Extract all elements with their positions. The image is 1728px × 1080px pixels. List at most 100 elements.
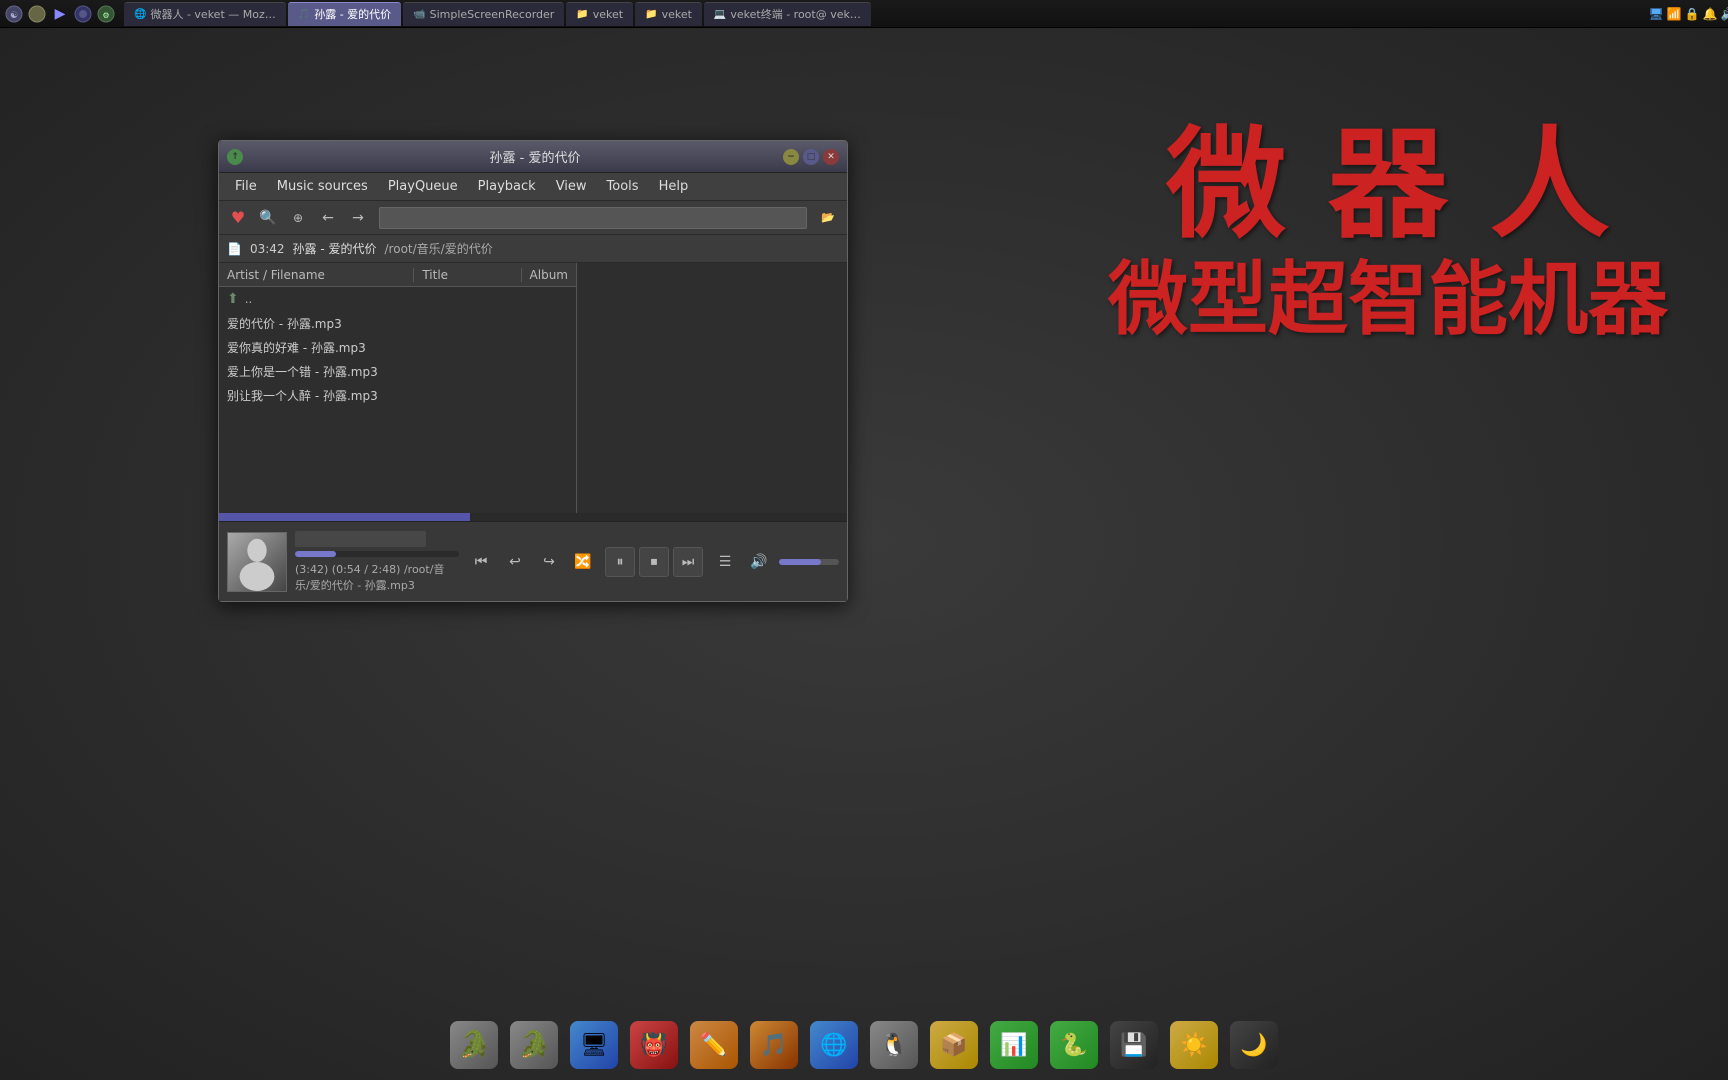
- loop-fwd-btn[interactable]: ↪: [535, 548, 563, 576]
- loop-back-btn[interactable]: ↩: [501, 548, 529, 576]
- status-bar-top: 📄 03:42 孙露 - 爱的代价 /root/音乐/爱的代价: [219, 235, 847, 263]
- dock-icon-5: 🎵: [750, 1021, 798, 1069]
- menu-tools[interactable]: Tools: [599, 176, 647, 197]
- dock-item-8[interactable]: 📦: [926, 1017, 982, 1073]
- dock-item-0[interactable]: 🐊: [446, 1017, 502, 1073]
- track-title: [295, 531, 426, 547]
- player-info: (3:42) (0:54 / 2:48) /root/音乐/爱的代价 - 孙露.…: [295, 531, 459, 593]
- list-item-0[interactable]: 爱的代价 - 孙露.mp3: [219, 311, 576, 335]
- svg-text:☯: ☯: [10, 11, 18, 21]
- watermark: 微 器 人 微型超智能机器: [1108, 120, 1668, 348]
- track-progress-bar[interactable]: [295, 551, 459, 557]
- file-list-header: Artist / Filename Title Album: [219, 263, 576, 287]
- col-artist-header[interactable]: Artist / Filename: [219, 268, 414, 282]
- menu-file[interactable]: File: [227, 176, 265, 197]
- menu-view[interactable]: View: [548, 176, 595, 197]
- list-item-1[interactable]: 爱你真的好难 - 孙露.mp3: [219, 335, 576, 359]
- tab-mozwebkit[interactable]: 🌐 微器人 - veket — Moz…: [124, 2, 286, 26]
- dock-icon-8: 📦: [930, 1021, 978, 1069]
- seek-bar[interactable]: [219, 513, 847, 521]
- sys-icon-5[interactable]: ⚙: [96, 4, 116, 24]
- tab-folder2[interactable]: 📁 veket: [635, 2, 702, 26]
- queue-btn[interactable]: ☰: [711, 548, 739, 576]
- sys-icon-1[interactable]: ☯: [4, 4, 24, 24]
- toolbar: ♥ 🔍 ⊕ ← → 📂: [219, 201, 847, 235]
- sys-icon-4[interactable]: [73, 4, 93, 24]
- search-input[interactable]: [379, 207, 807, 229]
- tab-screenrecorder[interactable]: 📹 SimpleScreenRecorder: [403, 2, 564, 26]
- dock-item-4[interactable]: ✏️: [686, 1017, 742, 1073]
- list-item-parent[interactable]: ⬆ ..: [219, 287, 576, 311]
- now-playing-path: /root/音乐/爱的代价: [385, 240, 493, 257]
- system-icons: ☯ ▶ ⚙: [0, 4, 120, 24]
- play-pause-btn-left[interactable]: ⏸: [605, 547, 635, 577]
- player-window: ↑ 孙露 - 爱的代价 − □ ✕ File Music sources Pla…: [218, 140, 848, 602]
- volume-btn[interactable]: 🔊: [745, 548, 773, 576]
- sys-icon-2[interactable]: [27, 4, 47, 24]
- browse-btn[interactable]: ⊕: [285, 205, 311, 231]
- window-minimize-btn[interactable]: −: [783, 149, 799, 165]
- forward-btn[interactable]: →: [345, 205, 371, 231]
- menu-help[interactable]: Help: [651, 176, 697, 197]
- dock-icon-6: 🌐: [810, 1021, 858, 1069]
- list-item-2[interactable]: 爱上你是一个错 - 孙露.mp3: [219, 359, 576, 383]
- svg-text:⚙: ⚙: [102, 11, 109, 20]
- window-title: 孙露 - 爱的代价: [287, 147, 783, 166]
- dock-icon-1: 🐊: [510, 1021, 558, 1069]
- transport-controls: ⏮ ↩ ↪ 🔀: [467, 548, 597, 576]
- dock-item-1[interactable]: 🐊: [506, 1017, 562, 1073]
- menu-music-sources[interactable]: Music sources: [269, 176, 376, 197]
- tray-icons-group: 🖥 📶 🔒 🔔 🔊 ⌨ 🔋: [1702, 5, 1720, 23]
- dock-item-11[interactable]: 💾: [1106, 1017, 1162, 1073]
- desktop: ☯ ▶ ⚙: [0, 0, 1728, 1080]
- dock-icon-10: 🐍: [1050, 1021, 1098, 1069]
- track-time: (3:42) (0:54 / 2:48) /root/音乐/爱的代价 - 孙露.…: [295, 561, 459, 593]
- window-controls: − □ ✕: [783, 149, 839, 165]
- list-item-3[interactable]: 别让我一个人醉 - 孙露.mp3: [219, 383, 576, 407]
- parent-dir-icon: ⬆: [227, 291, 239, 307]
- dock-item-13[interactable]: 🌙: [1226, 1017, 1282, 1073]
- search-area: [379, 207, 807, 229]
- menu-playback[interactable]: Playback: [470, 176, 544, 197]
- col-title-header[interactable]: Title: [414, 268, 521, 282]
- dock-item-10[interactable]: 🐍: [1046, 1017, 1102, 1073]
- window-maximize-btn[interactable]: □: [803, 149, 819, 165]
- tab-terminal[interactable]: 💻 veket终端 - root@ vek…: [704, 2, 871, 26]
- file-list-panel: Artist / Filename Title Album ⬆ .. 爱的代价 …: [219, 263, 577, 513]
- dock-icon-12: ☀️: [1170, 1021, 1218, 1069]
- album-art-inner: [228, 533, 286, 591]
- play-pause-btn-right[interactable]: ⏭: [673, 547, 703, 577]
- right-panel: [577, 263, 847, 513]
- window-btn-restore[interactable]: ↑: [227, 149, 243, 165]
- album-art: [227, 532, 287, 592]
- prev-btn[interactable]: ⏮: [467, 548, 495, 576]
- menu-bar: File Music sources PlayQueue Playback Vi…: [219, 173, 847, 201]
- dock-item-12[interactable]: ☀️: [1166, 1017, 1222, 1073]
- play-pause-btn-center[interactable]: ⏹: [639, 547, 669, 577]
- open-file-btn[interactable]: 📂: [815, 205, 841, 231]
- menu-playqueue[interactable]: PlayQueue: [380, 176, 466, 197]
- back-btn[interactable]: ←: [315, 205, 341, 231]
- col-album-header[interactable]: Album: [522, 268, 576, 282]
- seek-bar-fill: [219, 513, 470, 521]
- dock-icon-9: 📊: [990, 1021, 1038, 1069]
- favorite-btn[interactable]: ♥: [225, 205, 251, 231]
- dock-icon-2: 🖥: [570, 1021, 618, 1069]
- tab-folder1[interactable]: 📁 veket: [566, 2, 633, 26]
- dock-item-3[interactable]: 👹: [626, 1017, 682, 1073]
- search-btn[interactable]: 🔍: [255, 205, 281, 231]
- dock-item-7[interactable]: 🐧: [866, 1017, 922, 1073]
- dock-icon-7: 🐧: [870, 1021, 918, 1069]
- sys-icon-3[interactable]: ▶: [50, 4, 70, 24]
- volume-slider[interactable]: [779, 559, 839, 565]
- shuffle-btn[interactable]: 🔀: [569, 548, 597, 576]
- now-playing-artist: 孙露 - 爱的代价: [293, 240, 377, 257]
- dock-item-6[interactable]: 🌐: [806, 1017, 862, 1073]
- dock-item-5[interactable]: 🎵: [746, 1017, 802, 1073]
- window-close-btn[interactable]: ✕: [823, 149, 839, 165]
- tab-player[interactable]: 🎵 孙露 - 爱的代价: [288, 2, 401, 26]
- dock-icon-11: 💾: [1110, 1021, 1158, 1069]
- dock-item-9[interactable]: 📊: [986, 1017, 1042, 1073]
- dock-item-2[interactable]: 🖥: [566, 1017, 622, 1073]
- watermark-line2: 微型超智能机器: [1108, 252, 1668, 348]
